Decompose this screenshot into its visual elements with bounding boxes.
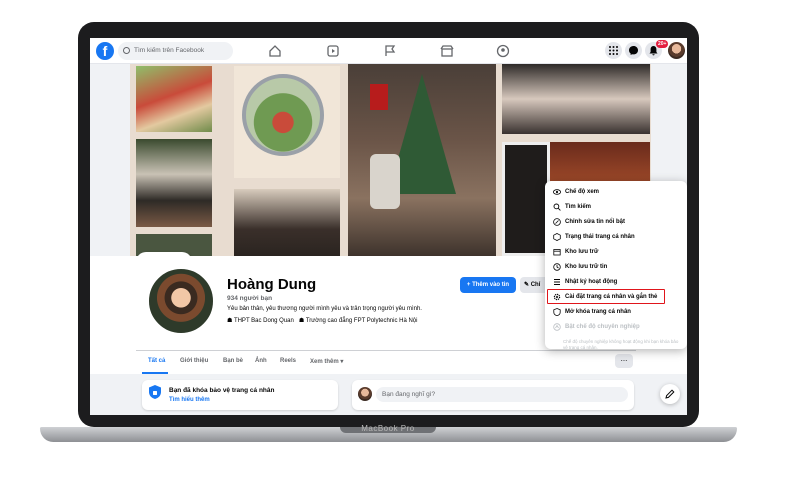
search-icon: [553, 203, 561, 211]
active-tab-indicator: [142, 372, 168, 374]
school-icon: ☗: [227, 318, 234, 324]
pro-icon: [553, 323, 561, 331]
tab-all[interactable]: Tất cả: [148, 358, 165, 364]
tab-photos[interactable]: Ảnh: [255, 358, 267, 364]
tab-reels[interactable]: Reels: [280, 358, 296, 364]
add-to-story-button[interactable]: + Thêm vào tin: [460, 277, 516, 293]
cover-film-strip: [502, 142, 550, 256]
professional-mode-note: Chế độ chuyên nghiệp không hoạt động khi…: [563, 339, 679, 350]
menu-item-unlock-profile[interactable]: Mở khóa trang cá nhân: [553, 306, 631, 318]
school-name[interactable]: THPT Bac Dong Quan: [234, 318, 294, 324]
laptop-frame: MacBook Pro f Tìm kiếm trên Facebook 20+…: [0, 0, 800, 500]
flag-icon[interactable]: [383, 44, 397, 58]
menu-item-activity-log[interactable]: Nhật ký hoạt động: [553, 276, 617, 288]
device-label: MacBook Pro: [361, 424, 415, 433]
more-options-button[interactable]: ...: [615, 354, 633, 368]
menu-item-edit-highlights[interactable]: Chỉnh sửa tin nổi bật: [553, 216, 625, 228]
menu-item-search[interactable]: Tìm kiếm: [553, 201, 591, 213]
cover-collage-photo: [136, 66, 212, 132]
search-input[interactable]: Tìm kiếm trên Facebook: [118, 42, 233, 60]
cover-collage-photo: [348, 64, 496, 256]
edit-icon: [553, 218, 561, 226]
college-name[interactable]: Trường cao đẳng FPT Polytechnic Hà Nội: [306, 318, 418, 324]
college-icon: ☗: [295, 318, 306, 324]
facebook-topbar: f Tìm kiếm trên Facebook 20+: [90, 38, 687, 64]
menu-item-professional-mode: Bật chế độ chuyên nghiệp: [553, 321, 640, 333]
notification-badge: 20+: [656, 40, 669, 48]
search-icon: [123, 47, 130, 54]
friends-count[interactable]: 934 người bạn: [227, 295, 272, 302]
tab-friends[interactable]: Bạn bè: [223, 358, 243, 364]
compose-icon: [665, 389, 675, 399]
list-icon: [554, 279, 560, 285]
profile-education: ☗ THPT Bac Dong Quan ☗ Trường cao đẳng F…: [227, 317, 417, 324]
groups-icon[interactable]: [496, 44, 510, 58]
menu-grid-icon[interactable]: [605, 42, 622, 59]
shield-icon: [553, 308, 561, 316]
shield-icon: [148, 384, 162, 400]
learn-more-link[interactable]: Tìm hiểu thêm: [169, 397, 210, 403]
tab-more[interactable]: Xem thêm ▾: [310, 358, 343, 365]
messenger-icon[interactable]: [625, 42, 642, 59]
highlight-box: [547, 289, 665, 304]
cover-collage-photo: [234, 66, 340, 178]
cover-collage-photo: [136, 139, 212, 227]
menu-item-profile-status[interactable]: Trạng thái trang cá nhân: [553, 231, 635, 243]
post-author-avatar: [358, 387, 372, 401]
archive-icon: [553, 249, 561, 256]
profile-avatar[interactable]: [146, 266, 216, 336]
profile-name: Hoàng Dung: [227, 276, 317, 293]
marketplace-icon[interactable]: [440, 44, 454, 58]
menu-item-view-as[interactable]: Chế độ xem: [553, 186, 599, 198]
menu-item-story-archive[interactable]: Kho lưu trữ tin: [553, 261, 607, 273]
story-archive-icon: [553, 263, 561, 271]
profile-lock-card: [142, 380, 338, 410]
header-divider: [136, 350, 636, 351]
profile-lock-title: Bạn đã khóa bảo vệ trang cá nhân: [169, 387, 275, 394]
menu-item-archive[interactable]: Kho lưu trữ: [553, 246, 598, 258]
new-message-button[interactable]: [660, 384, 680, 404]
search-placeholder: Tìm kiếm trên Facebook: [134, 47, 205, 54]
account-avatar[interactable]: [668, 42, 685, 59]
status-icon: [553, 233, 561, 241]
screen: f Tìm kiếm trên Facebook 20+ Hoàng Dung …: [90, 38, 687, 415]
home-icon[interactable]: [268, 44, 282, 58]
cover-collage-photo: [234, 189, 340, 256]
facebook-logo[interactable]: f: [96, 42, 114, 60]
profile-bio: Yêu bản thân, yêu thương người mình yêu …: [227, 306, 422, 312]
tab-about[interactable]: Giới thiệu: [180, 358, 208, 364]
video-icon[interactable]: [326, 44, 340, 58]
eye-icon: [553, 189, 561, 195]
create-post-input[interactable]: Bạn đang nghĩ gì?: [376, 387, 628, 402]
cover-collage-photo: [502, 64, 650, 134]
